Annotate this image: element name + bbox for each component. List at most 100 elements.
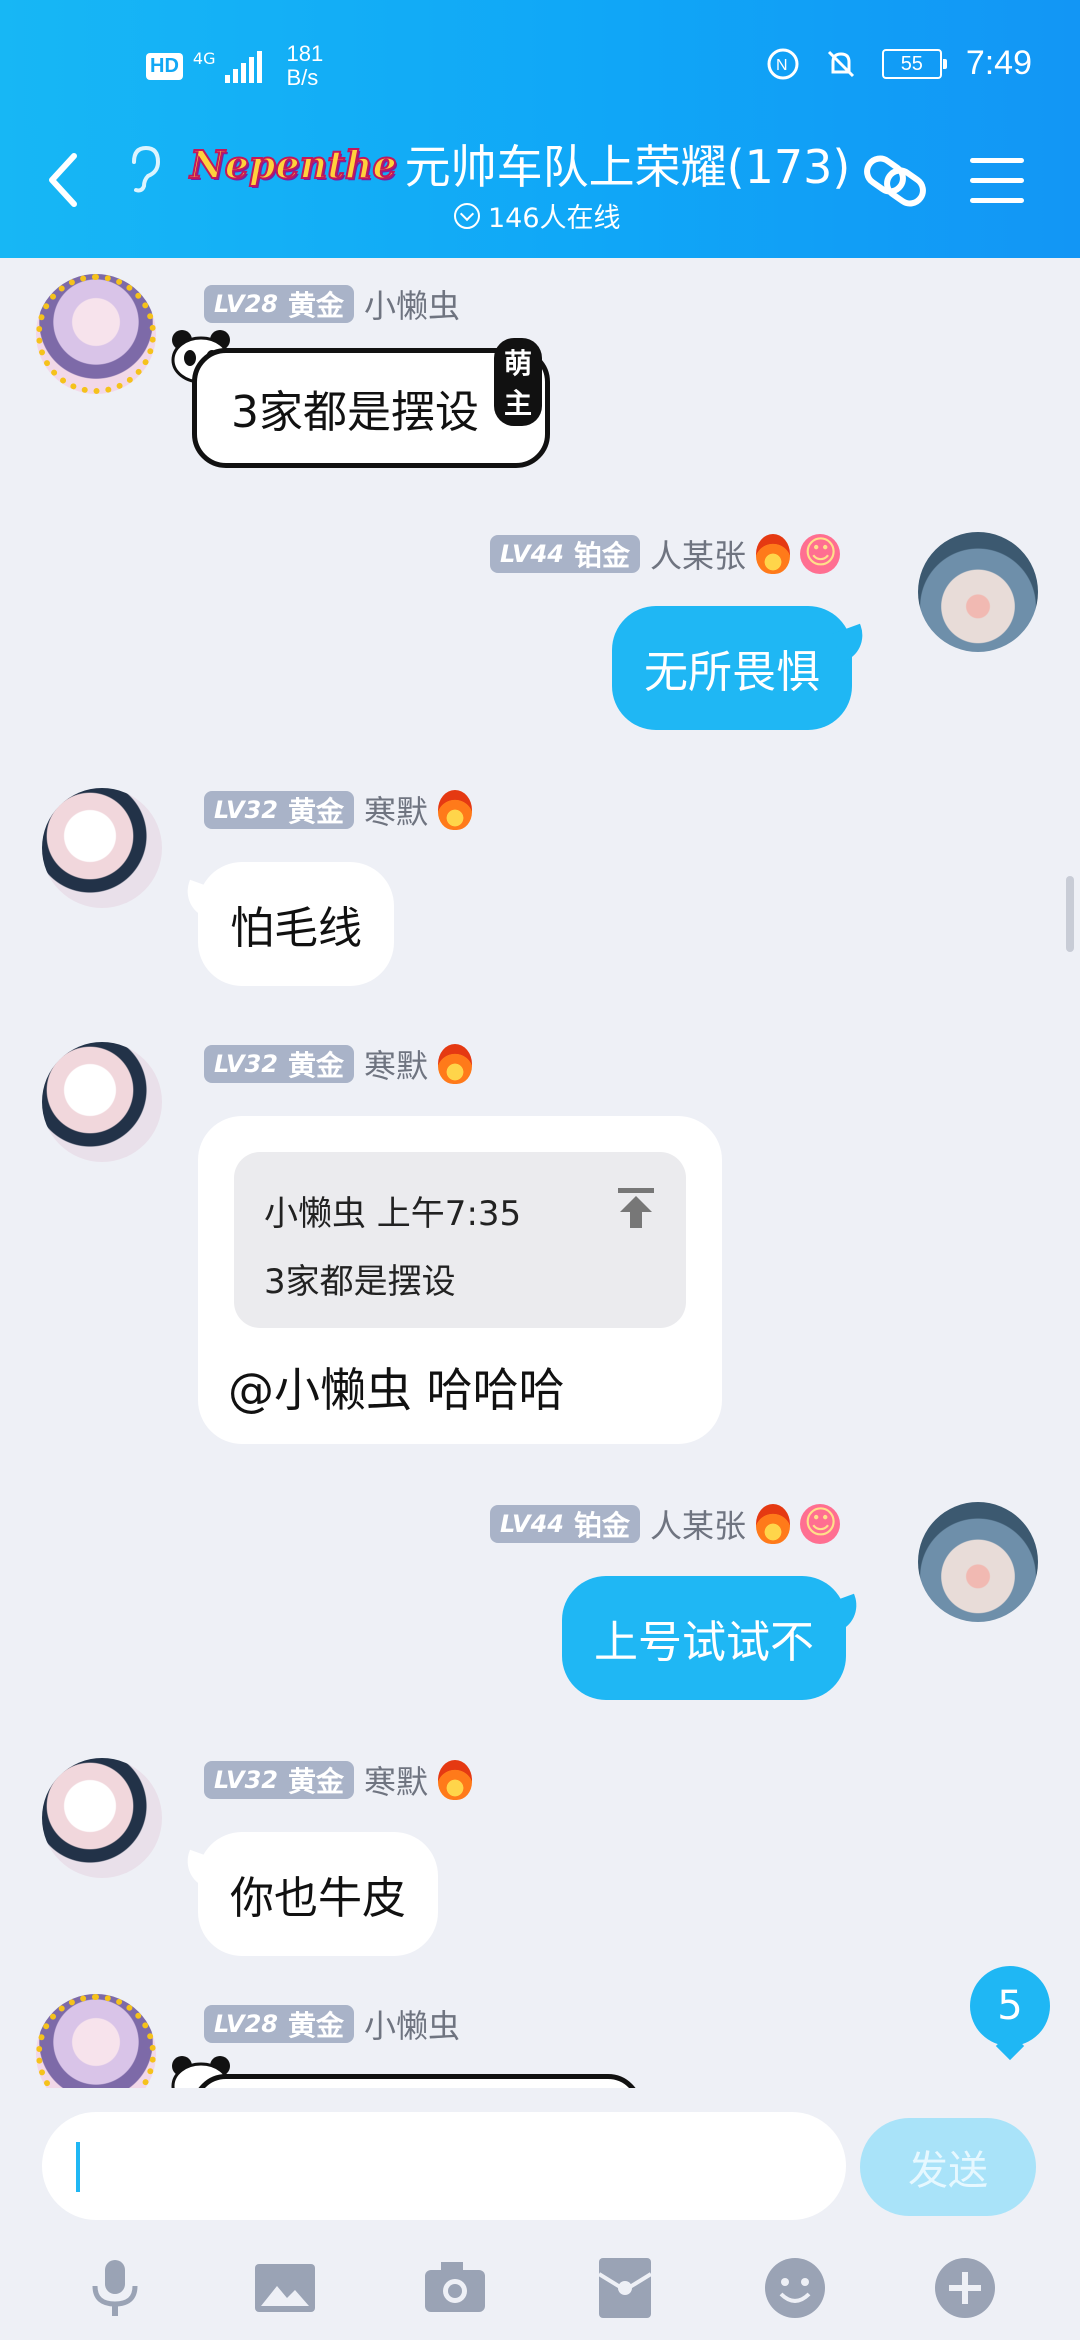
fire-icon bbox=[438, 790, 472, 830]
chat-header: HD 4G 181 B/s N 55 7:49 Nepenthe 元帅车队上荣耀… bbox=[0, 0, 1080, 258]
online-count[interactable]: 146人在线 bbox=[454, 196, 621, 235]
message-meta: LV32 黄金 寒默 bbox=[204, 787, 472, 833]
avatar[interactable] bbox=[36, 1994, 156, 2088]
level-badge: LV44 铂金 bbox=[490, 535, 640, 573]
microphone-icon[interactable] bbox=[81, 2254, 149, 2322]
scrollbar[interactable] bbox=[1066, 876, 1074, 952]
plus-icon[interactable] bbox=[931, 2254, 999, 2322]
send-button[interactable]: 发送 bbox=[860, 2118, 1036, 2216]
message-text: @小懒虫 哈哈哈 bbox=[228, 1363, 565, 1417]
avatar[interactable] bbox=[36, 274, 156, 394]
message-text: 你也牛皮 bbox=[230, 1873, 406, 1924]
nfc-icon: N bbox=[767, 48, 799, 79]
message-input[interactable] bbox=[42, 2112, 846, 2220]
back-arrow-icon[interactable] bbox=[44, 150, 84, 210]
jump-to-top-icon[interactable] bbox=[616, 1186, 656, 1230]
level: LV32 bbox=[214, 1050, 278, 1078]
ear-icon[interactable] bbox=[124, 144, 164, 194]
hd-icon: HD bbox=[146, 52, 183, 80]
speed-value: 181 bbox=[286, 41, 324, 66]
avatar[interactable] bbox=[918, 532, 1038, 652]
mute-bell-icon bbox=[827, 50, 854, 77]
status-left: HD 4G 181 B/s bbox=[146, 42, 323, 90]
rank: 黄金 bbox=[287, 289, 344, 322]
level: LV32 bbox=[214, 1766, 278, 1794]
input-area: 发送 bbox=[0, 2088, 1080, 2340]
sender-name[interactable]: 人某张 bbox=[650, 1501, 746, 1547]
message-text: 3家都是摆设 bbox=[231, 387, 479, 438]
level: LV32 bbox=[214, 796, 278, 824]
level: LV44 bbox=[500, 1510, 564, 1538]
message-bubble[interactable]: 上号试试不 bbox=[562, 1576, 846, 1700]
network-speed: 181 B/s bbox=[286, 42, 323, 90]
quoted-message[interactable]: 小懒虫 上午7:35 3家都是摆设 bbox=[234, 1152, 686, 1328]
red-envelope-icon[interactable] bbox=[591, 2254, 659, 2322]
level: LV28 bbox=[214, 2010, 278, 2038]
message-bubble[interactable]: 怕毛线 bbox=[198, 862, 394, 986]
emoji-icon[interactable] bbox=[761, 2254, 829, 2322]
link-share-icon[interactable] bbox=[860, 148, 932, 214]
battery-icon: 55 bbox=[881, 48, 947, 79]
message-bubble[interactable]: 你也牛皮 bbox=[198, 1832, 438, 1956]
unread-count-badge[interactable]: 5 bbox=[970, 1966, 1050, 2046]
sender-name[interactable]: 小懒虫 bbox=[364, 281, 460, 327]
message-meta: LV32 黄金 寒默 bbox=[204, 1041, 472, 1087]
fire-icon bbox=[438, 1760, 472, 1800]
sender-name[interactable]: 寒默 bbox=[364, 1041, 428, 1087]
signal-icon bbox=[225, 49, 263, 83]
rank: 黄金 bbox=[287, 1049, 344, 1082]
message-text: 怕毛线 bbox=[230, 903, 362, 954]
rank: 铂金 bbox=[573, 1509, 630, 1542]
level-badge: LV32 黄金 bbox=[204, 1045, 354, 1083]
svg-text:N: N bbox=[776, 57, 788, 74]
message-bubble[interactable]: 无所畏惧 bbox=[612, 606, 852, 730]
level-badge: LV28 黄金 bbox=[204, 285, 354, 323]
chat-list[interactable]: LV28 黄金 小懒虫 3家都是摆设 萌主 LV44 铂金 人某张 无所畏惧 LV3… bbox=[0, 258, 1080, 2088]
avatar[interactable] bbox=[42, 1758, 162, 1878]
clock: 7:49 bbox=[965, 44, 1032, 82]
chevron-down-circle-icon bbox=[454, 202, 480, 229]
online-count-label: 146人在线 bbox=[488, 203, 621, 234]
network-type: 4G bbox=[192, 48, 216, 68]
message-meta: LV28 黄金 小懒虫 bbox=[204, 2001, 460, 2047]
speed-unit: B/s bbox=[286, 65, 319, 90]
camera-icon[interactable] bbox=[421, 2254, 489, 2322]
smile-badge-icon bbox=[800, 1503, 840, 1544]
level: LV44 bbox=[500, 540, 564, 568]
input-toolbar bbox=[0, 2248, 1080, 2328]
sender-name[interactable]: 人某张 bbox=[650, 531, 746, 577]
avatar[interactable] bbox=[42, 1042, 162, 1162]
message-text: 上号试试不 bbox=[594, 1617, 814, 1668]
avatar[interactable] bbox=[918, 1502, 1038, 1622]
level-badge: LV32 黄金 bbox=[204, 791, 354, 829]
fire-icon bbox=[756, 1504, 790, 1544]
level-badge: LV32 黄金 bbox=[204, 1761, 354, 1799]
quote-header: 小懒虫 上午7:35 bbox=[264, 1194, 522, 1234]
rank: 黄金 bbox=[287, 795, 344, 828]
rank: 黄金 bbox=[287, 2009, 344, 2042]
reply-message-bubble[interactable]: 小懒虫 上午7:35 3家都是摆设 @小懒虫 哈哈哈 bbox=[198, 1116, 722, 1444]
title-tag: 萌主 bbox=[494, 338, 543, 426]
message-meta: LV28 黄金 小懒虫 bbox=[204, 281, 460, 327]
level-badge: LV28 黄金 bbox=[204, 2005, 354, 2043]
sender-name[interactable]: 小懒虫 bbox=[364, 2001, 460, 2047]
rank: 铂金 bbox=[573, 539, 630, 572]
menu-icon[interactable] bbox=[970, 158, 1024, 204]
message-text: 无所畏惧 bbox=[644, 647, 820, 698]
fire-icon bbox=[438, 1044, 472, 1084]
text-caret bbox=[76, 2142, 80, 2192]
status-bar: HD 4G 181 B/s N 55 7:49 bbox=[0, 36, 1080, 96]
avatar[interactable] bbox=[42, 788, 162, 908]
level: LV28 bbox=[214, 290, 278, 318]
sticker-bubble[interactable] bbox=[192, 2074, 642, 2088]
sender-name[interactable]: 寒默 bbox=[364, 1757, 428, 1803]
sender-name[interactable]: 寒默 bbox=[364, 787, 428, 833]
rank: 黄金 bbox=[287, 1765, 344, 1798]
quote-text: 3家都是摆设 bbox=[264, 1262, 456, 1302]
group-title: 元帅车队上荣耀(173) bbox=[404, 140, 851, 194]
image-icon[interactable] bbox=[251, 2254, 319, 2322]
title-row[interactable]: Nepenthe 元帅车队上荣耀(173) bbox=[189, 128, 851, 200]
group-brand-logo: Nepenthe bbox=[189, 141, 398, 188]
smile-badge-icon bbox=[800, 533, 840, 574]
level-badge: LV44 铂金 bbox=[490, 1505, 640, 1543]
